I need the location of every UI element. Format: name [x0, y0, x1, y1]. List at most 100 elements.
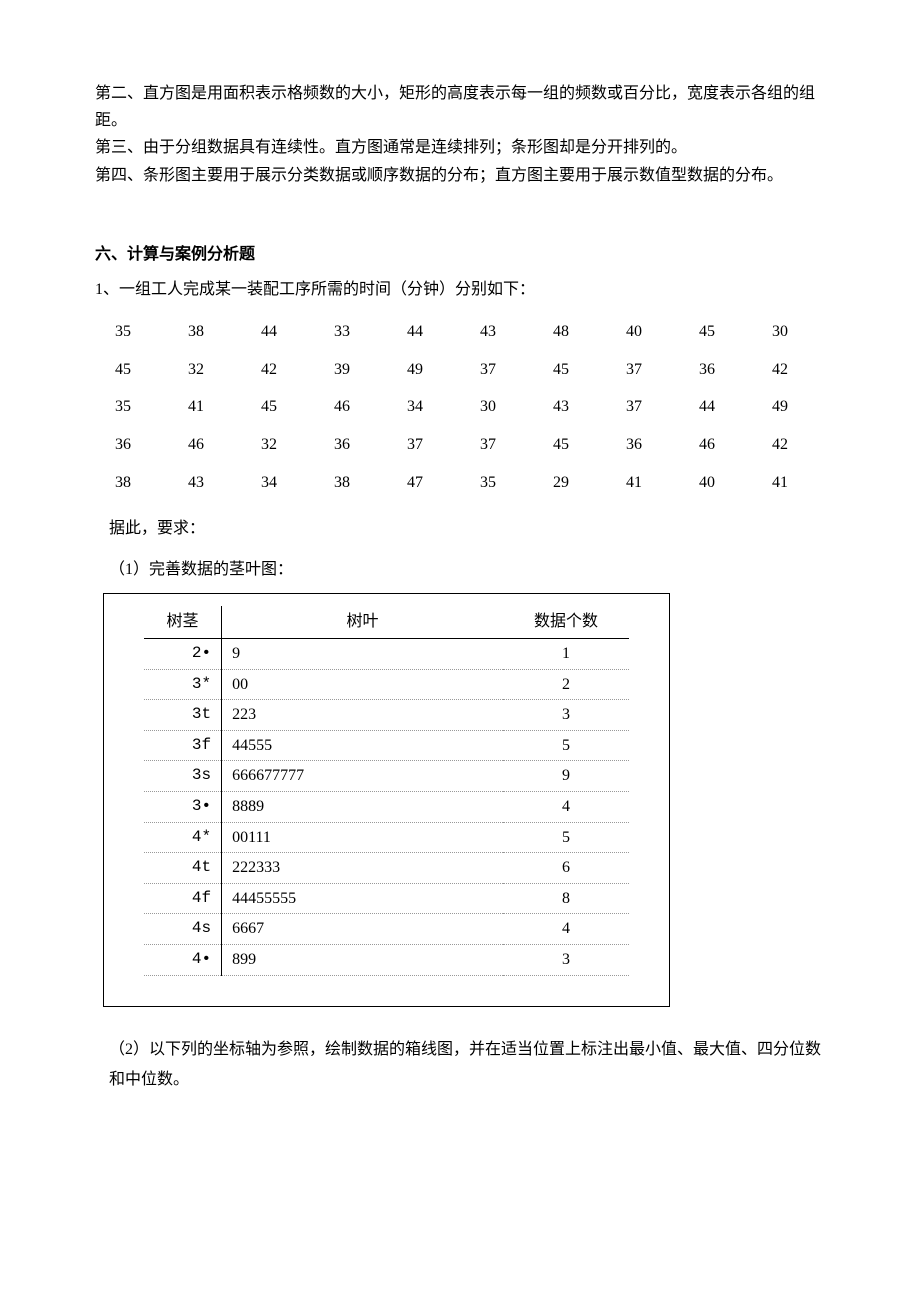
stem-leaf-row: 3•88894 — [144, 792, 629, 823]
leaf-cell: 223 — [222, 700, 503, 731]
count-cell: 3 — [503, 945, 629, 976]
data-cell: 36 — [606, 426, 679, 464]
stem-cell: 4* — [144, 822, 222, 853]
data-cell: 38 — [168, 313, 241, 351]
data-cell: 32 — [168, 351, 241, 389]
stem-leaf-row: 2•91 — [144, 639, 629, 670]
leaf-cell: 00 — [222, 669, 503, 700]
stem-leaf-row: 4•8993 — [144, 945, 629, 976]
stem-leaf-row: 4s66674 — [144, 914, 629, 945]
data-cell: 45 — [95, 351, 168, 389]
data-cell: 37 — [460, 351, 533, 389]
data-cell: 46 — [679, 426, 752, 464]
leaf-cell: 666677777 — [222, 761, 503, 792]
data-cell: 37 — [606, 388, 679, 426]
data-cell: 42 — [241, 351, 314, 389]
data-row: 45324239493745373642 — [95, 351, 825, 389]
stem-cell: 2• — [144, 639, 222, 670]
data-cell: 48 — [533, 313, 606, 351]
leaf-cell: 8889 — [222, 792, 503, 823]
data-cell: 36 — [679, 351, 752, 389]
data-row: 35384433444348404530 — [95, 313, 825, 351]
data-cell: 44 — [387, 313, 460, 351]
data-cell: 45 — [533, 426, 606, 464]
count-cell: 5 — [503, 822, 629, 853]
stem-header-leaf: 树叶 — [222, 606, 503, 638]
data-cell: 35 — [95, 388, 168, 426]
stem-leaf-row: 3f445555 — [144, 730, 629, 761]
data-cell: 49 — [752, 388, 825, 426]
intro-para-3: 第四、条形图主要用于展示分类数据或顺序数据的分布；直方图主要用于展示数值型数据的… — [95, 162, 825, 189]
data-cell: 46 — [168, 426, 241, 464]
data-cell: 36 — [314, 426, 387, 464]
count-cell: 8 — [503, 883, 629, 914]
data-cell: 30 — [460, 388, 533, 426]
data-cell: 41 — [168, 388, 241, 426]
count-cell: 1 — [503, 639, 629, 670]
data-cell: 37 — [460, 426, 533, 464]
stem-leaf-row: 3s6666777779 — [144, 761, 629, 792]
leaf-cell: 44455555 — [222, 883, 503, 914]
data-cell: 38 — [95, 464, 168, 502]
data-cell: 45 — [533, 351, 606, 389]
data-cell: 41 — [606, 464, 679, 502]
leaf-cell: 00111 — [222, 822, 503, 853]
data-cell: 42 — [752, 426, 825, 464]
data-cell: 37 — [606, 351, 679, 389]
intro-para-2: 第三、由于分组数据具有连续性。直方图通常是连续排列；条形图却是分开排列的。 — [95, 134, 825, 161]
stem-cell: 4f — [144, 883, 222, 914]
data-cell: 47 — [387, 464, 460, 502]
leaf-cell: 9 — [222, 639, 503, 670]
count-cell: 5 — [503, 730, 629, 761]
data-cell: 37 — [387, 426, 460, 464]
data-cell: 35 — [95, 313, 168, 351]
data-row: 38433438473529414041 — [95, 464, 825, 502]
data-cell: 32 — [241, 426, 314, 464]
stem-cell: 3• — [144, 792, 222, 823]
count-cell: 6 — [503, 853, 629, 884]
stem-leaf-row: 4*001115 — [144, 822, 629, 853]
data-cell: 45 — [679, 313, 752, 351]
stem-leaf-frame: 树茎 树叶 数据个数 2•913*0023t22333f4455553s6666… — [103, 593, 670, 1006]
stem-cell: 3s — [144, 761, 222, 792]
sub-question-1: （1）完善数据的茎叶图： — [109, 556, 825, 583]
data-row: 35414546343043374449 — [95, 388, 825, 426]
data-cell: 39 — [314, 351, 387, 389]
leaf-cell: 899 — [222, 945, 503, 976]
data-cell: 36 — [95, 426, 168, 464]
stem-header-count: 数据个数 — [503, 606, 629, 638]
data-cell: 33 — [314, 313, 387, 351]
data-cell: 46 — [314, 388, 387, 426]
leaf-cell: 6667 — [222, 914, 503, 945]
count-cell: 9 — [503, 761, 629, 792]
document-page: 第二、直方图是用面积表示格频数的大小，矩形的高度表示每一组的频数或百分比，宽度表… — [0, 0, 920, 1302]
data-grid: 3538443344434840453045324239493745373642… — [95, 313, 825, 501]
intro-para-1: 第二、直方图是用面积表示格频数的大小，矩形的高度表示每一组的频数或百分比，宽度表… — [95, 80, 825, 134]
leaf-cell: 44555 — [222, 730, 503, 761]
data-cell: 40 — [679, 464, 752, 502]
count-cell: 3 — [503, 700, 629, 731]
data-cell: 42 — [752, 351, 825, 389]
count-cell: 2 — [503, 669, 629, 700]
data-cell: 34 — [241, 464, 314, 502]
data-cell: 45 — [241, 388, 314, 426]
count-cell: 4 — [503, 914, 629, 945]
count-cell: 4 — [503, 792, 629, 823]
stem-leaf-row: 3t2233 — [144, 700, 629, 731]
data-cell: 43 — [168, 464, 241, 502]
leaf-cell: 222333 — [222, 853, 503, 884]
prompt-line: 据此，要求： — [109, 515, 825, 542]
data-cell: 41 — [752, 464, 825, 502]
stem-cell: 4t — [144, 853, 222, 884]
stem-cell: 3t — [144, 700, 222, 731]
sub-question-2: （2）以下列的坐标轴为参照，绘制数据的箱线图，并在适当位置上标注出最小值、最大值… — [109, 1035, 825, 1096]
stem-cell: 3f — [144, 730, 222, 761]
question-1-stem: 1、一组工人完成某一装配工序所需的时间（分钟）分别如下： — [95, 276, 825, 303]
data-cell: 44 — [241, 313, 314, 351]
data-cell: 40 — [606, 313, 679, 351]
data-cell: 43 — [460, 313, 533, 351]
stem-leaf-row: 3*002 — [144, 669, 629, 700]
data-cell: 44 — [679, 388, 752, 426]
data-cell: 49 — [387, 351, 460, 389]
data-row: 36463236373745364642 — [95, 426, 825, 464]
